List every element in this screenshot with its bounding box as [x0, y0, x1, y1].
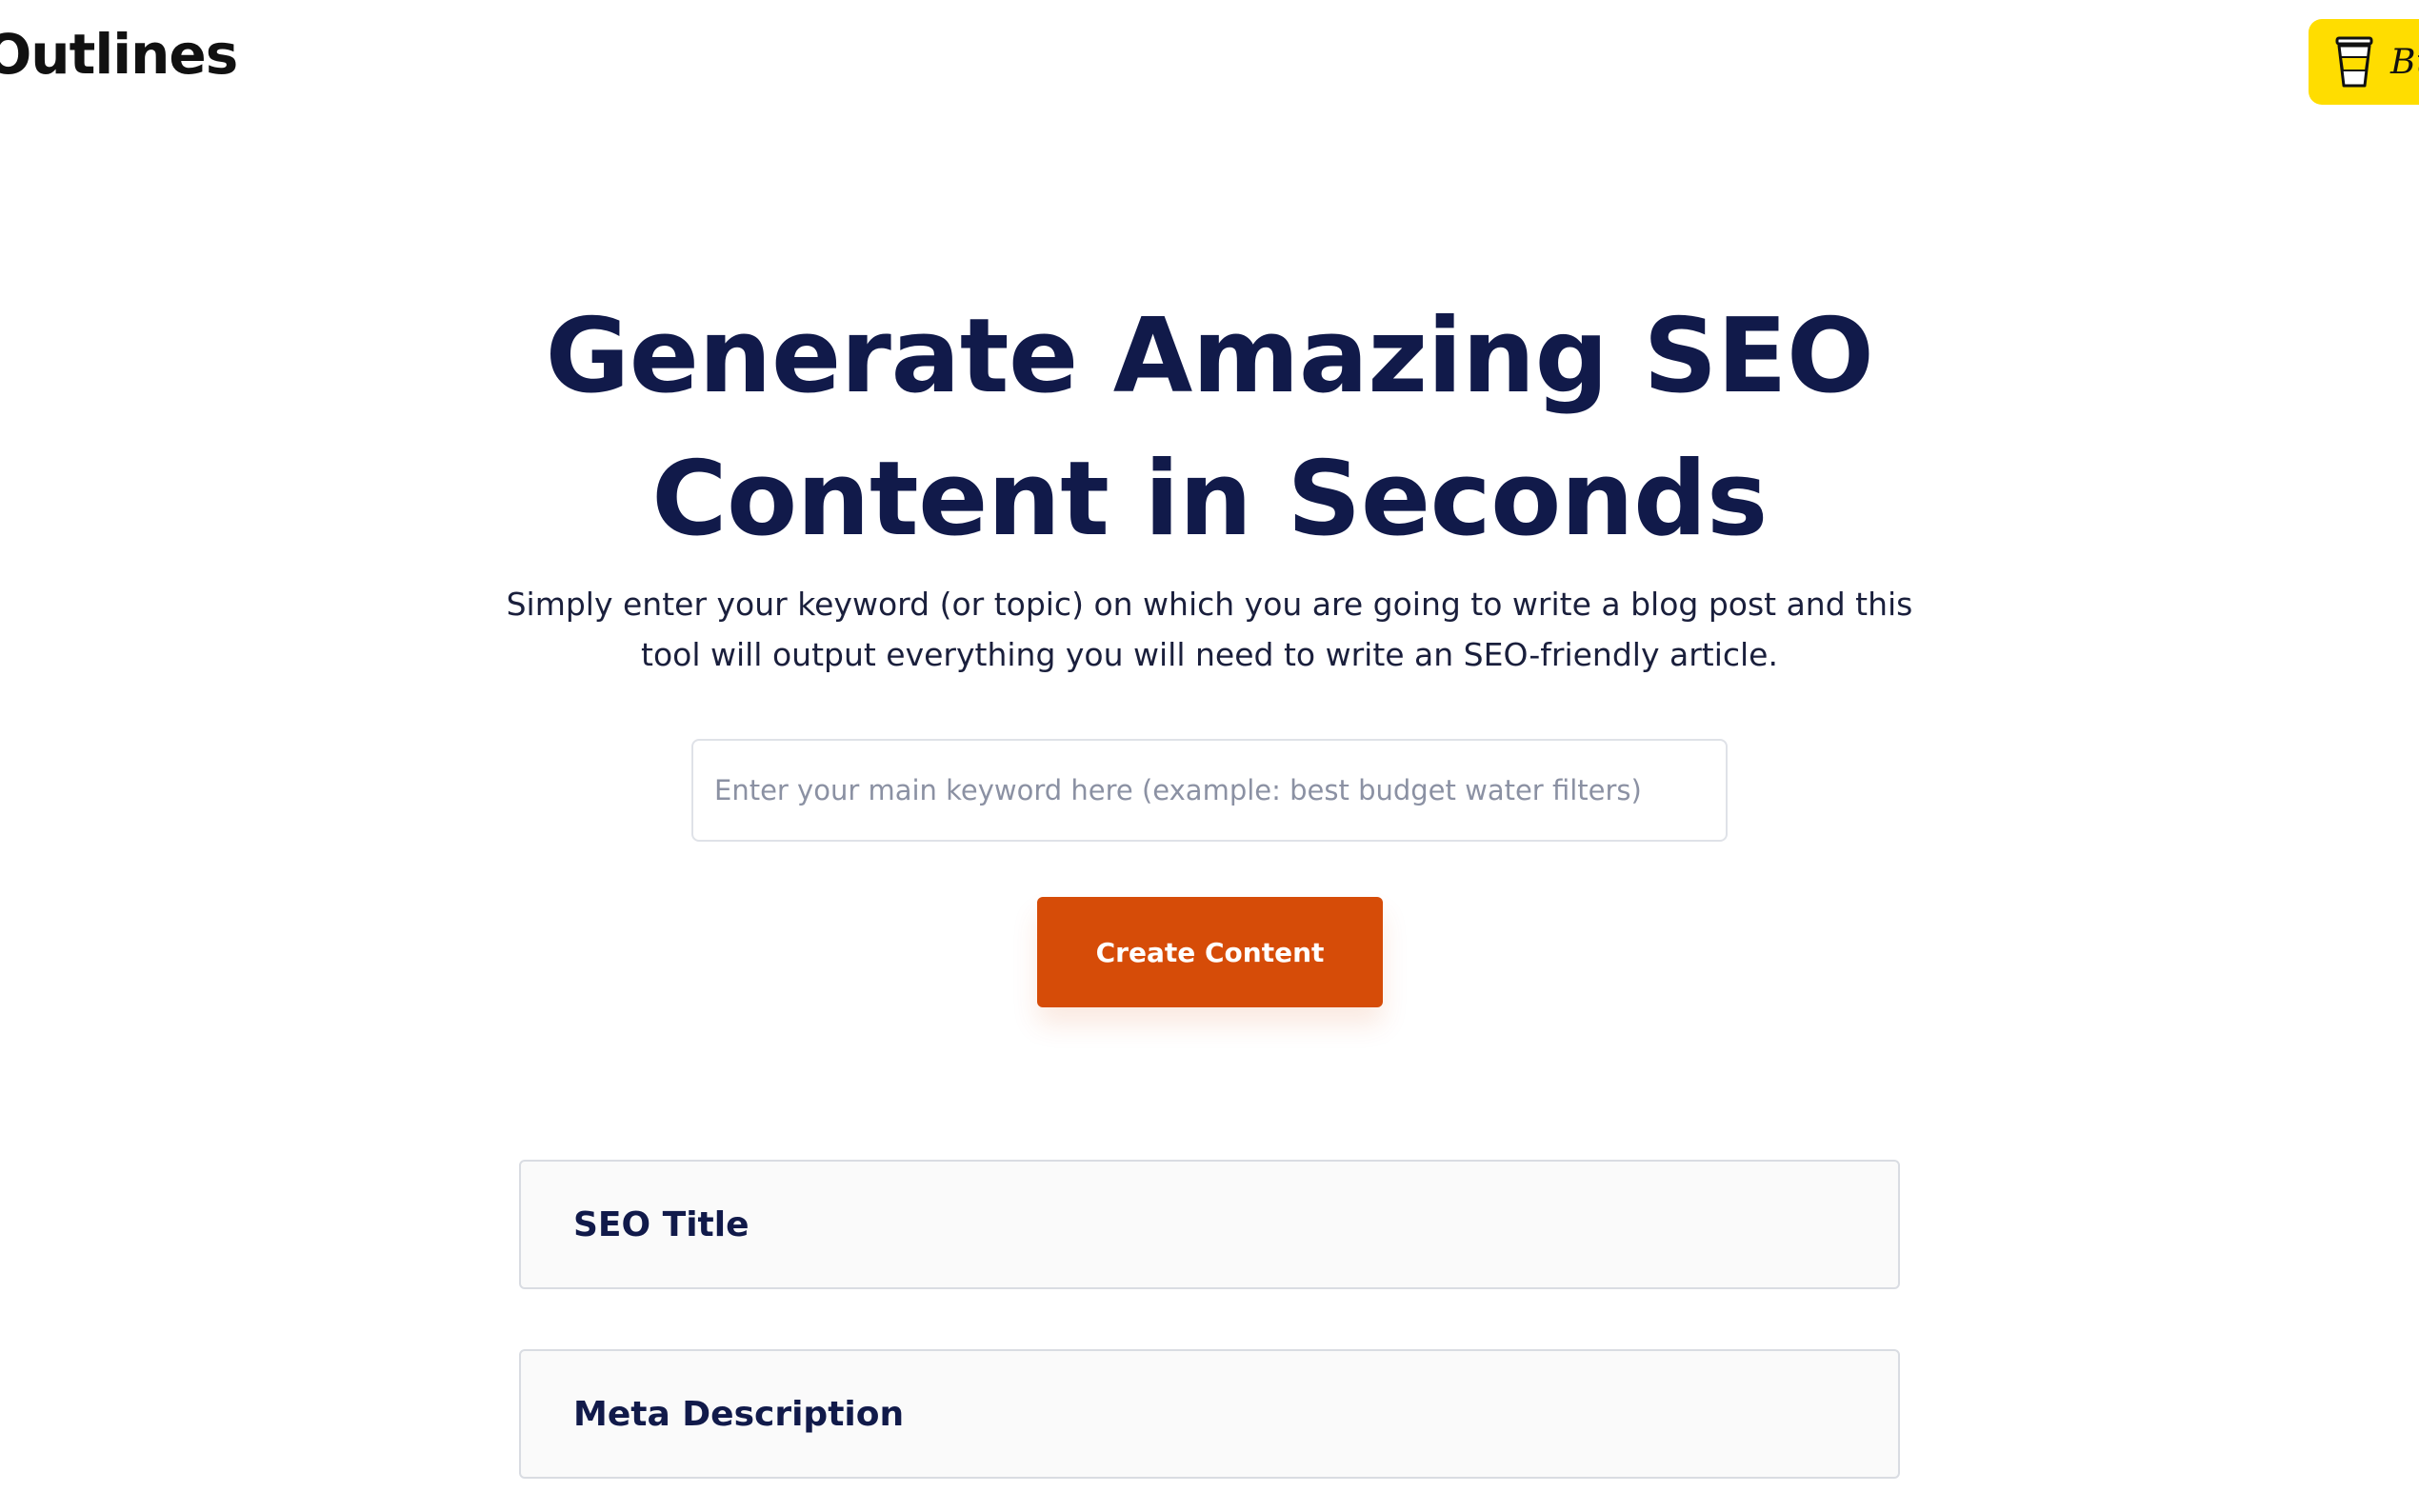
create-content-button[interactable]: Create Content	[1037, 897, 1383, 1007]
seo-title-panel[interactable]: SEO Title	[519, 1160, 1900, 1289]
buy-me-a-coffee-label: Bu	[2390, 42, 2419, 82]
coffee-cup-icon	[2335, 36, 2373, 88]
keyword-input[interactable]	[691, 739, 1728, 842]
buy-me-a-coffee-button[interactable]: Bu	[2309, 19, 2419, 105]
meta-description-heading: Meta Description	[573, 1394, 905, 1434]
brand-logo-text[interactable]: Outlines	[0, 27, 238, 82]
meta-description-panel[interactable]: Meta Description	[519, 1349, 1900, 1479]
seo-title-heading: SEO Title	[573, 1204, 750, 1244]
hero-subtitle: Simply enter your keyword (or topic) on …	[506, 586, 1913, 673]
hero-title: Generate Amazing SEO Content in Seconds	[545, 297, 1874, 559]
